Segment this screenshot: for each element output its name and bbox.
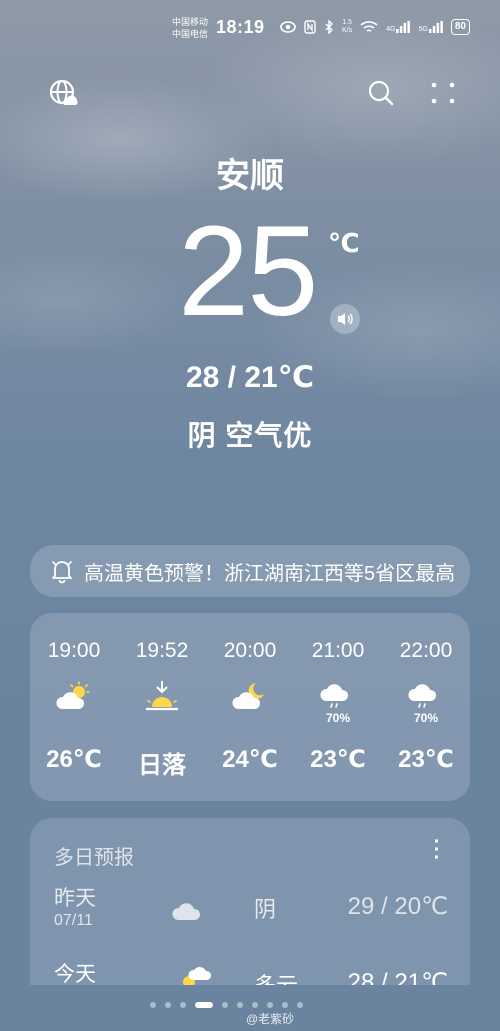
status-bar: 中国移动 中国电信 18:19 1.5 K/s 4G 5G 80 [0,14,500,44]
speed-unit: K/s [342,27,353,34]
daily-forecast-title: 多日预报 [54,847,134,869]
hour-temp: 23℃ [398,746,454,773]
alert-bell-icon [52,561,72,584]
daily-row[interactable]: 昨天 07/11 阴 29 / 20℃ [30,882,470,942]
hour-time: 20:00 [223,639,277,662]
battery-indicator: 80 [450,19,470,35]
temperature-unit: ℃ [328,228,360,258]
signal-5g-label: 5G [418,26,428,33]
bluetooth-icon [325,20,333,34]
condition-air-quality[interactable]: 阴 空气优 [0,414,500,454]
hour-precip: 70% [325,711,351,725]
page-dot[interactable] [237,1002,243,1008]
signal-bars-icon [428,21,443,33]
search-icon[interactable] [366,78,396,108]
page-dot[interactable] [165,1002,171,1008]
hour-temp: 24℃ [222,746,278,773]
page-dot[interactable] [297,1002,303,1008]
page-indicator[interactable] [150,1002,303,1008]
daily-day: 今天 [54,963,96,986]
speed-value: 1.5 [342,19,352,26]
carrier-2: 中国电信 [172,29,209,39]
nfc-icon [304,20,316,34]
night-cloudy-icon [232,683,264,709]
hour-precip: 70% [413,711,439,725]
eye-icon [280,21,296,33]
daily-day: 昨天 [54,887,96,910]
network-speed: 1.5 K/s [342,19,352,35]
daily-range: 29 / 20℃ [347,893,448,920]
page-dot-active[interactable] [195,1002,213,1008]
signal-4g: 4G [386,21,411,33]
temperature-range: 28 / 21℃ [185,361,315,394]
rain-cloud-icon [408,684,437,708]
partly-cloudy-icon [56,681,90,709]
alert-text: 高温黄色预警！浙江湖南江西等5省区最高 [84,562,456,585]
carrier-labels: 中国移动 中国电信 [172,16,208,40]
voice-broadcast-button[interactable] [330,304,360,334]
speaker-icon [338,313,353,325]
city-manage-icon[interactable] [48,78,78,108]
status-icons: 1.5 K/s 4G 5G 80 [280,19,470,35]
page-dot[interactable] [180,1002,186,1008]
page-dot[interactable] [252,1002,258,1008]
signal-4g-label: 4G [386,26,396,33]
city-name: 安顺 [216,157,284,195]
rain-cloud-icon [320,684,349,708]
daily-date: 07/11 [54,912,93,929]
page-dot[interactable] [222,1002,228,1008]
weather-alert-banner[interactable]: 高温黄色预警！浙江湖南江西等5省区最高 [30,545,470,597]
carrier-1: 中国移动 [172,17,209,27]
daily-condition: 阴 [254,897,277,922]
sunset-icon [146,681,178,711]
page-dot[interactable] [282,1002,288,1008]
hour-temp: 26℃ [46,746,102,773]
current-temperature: 25 [178,200,318,343]
hour-temp: 23℃ [310,746,366,773]
hour-temp: 日落 [138,752,186,779]
signal-5g: 5G [418,21,443,33]
cloud-icon [172,903,201,920]
more-options-icon[interactable]: · · · [432,832,442,868]
page-dot[interactable] [150,1002,156,1008]
watermark: @老紫砂 [246,1012,295,1026]
hour-time: 19:52 [135,639,189,662]
more-grid-icon[interactable] [428,78,458,108]
wifi-icon [360,21,378,32]
hour-time: 22:00 [399,639,453,662]
hour-time: 19:00 [47,639,101,662]
hour-time: 21:00 [311,639,365,662]
signal-bars-icon [396,21,411,33]
page-dot[interactable] [267,1002,273,1008]
hourly-forecast-card[interactable]: 19:00 26℃ 19:52 日落 20:00 24℃ 21:00 70% 2… [30,613,470,801]
status-clock: 18:19 [216,17,265,37]
